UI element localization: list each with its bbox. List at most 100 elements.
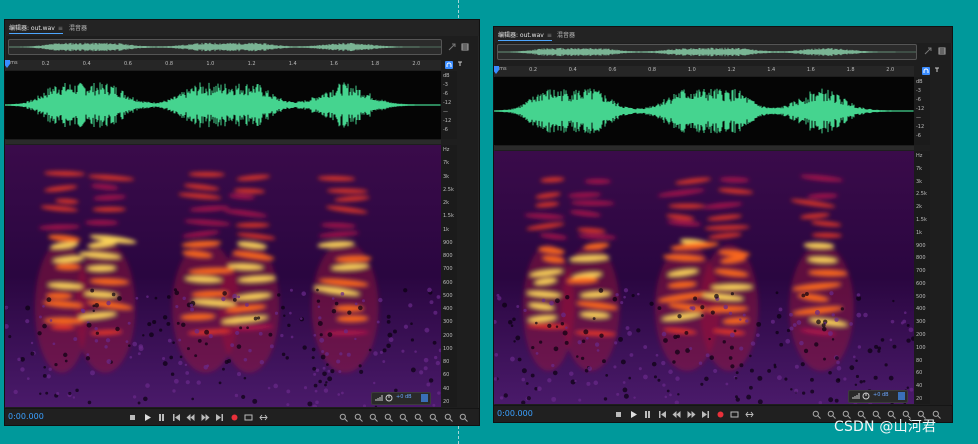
- zoom-navigator-icon[interactable]: [924, 47, 932, 55]
- play-icon[interactable]: [143, 413, 152, 422]
- tab-mixer[interactable]: 混音器: [557, 30, 575, 39]
- db-scale-label: -6: [443, 91, 448, 97]
- overview-navigator[interactable]: [497, 44, 917, 60]
- ruler-tick-label: 0.2: [41, 61, 50, 67]
- db-scale-label: -3: [916, 88, 921, 94]
- view-splitter[interactable]: [5, 140, 441, 144]
- go-to-end-icon[interactable]: [215, 413, 224, 422]
- time-ruler[interactable]: hms 0.2 0.4 0.6 0.8 1.0 1.2 1.4 1.6 1.8 2.0: [5, 60, 441, 70]
- tab-editor[interactable]: 编辑器: out.wav ≡: [9, 23, 63, 34]
- ruler-tick-label: 1.6: [806, 67, 815, 73]
- ruler-tick-label: 1.8: [371, 61, 380, 67]
- record-icon[interactable]: [230, 413, 239, 422]
- rewind-icon[interactable]: [672, 410, 681, 419]
- skip-selection-icon[interactable]: [744, 410, 754, 419]
- zoom-in-at-start-icon[interactable]: [414, 413, 423, 422]
- frequency-scale-label: Hz: [916, 153, 923, 159]
- pause-icon[interactable]: [157, 413, 166, 422]
- zoom-out-amplitude-icon[interactable]: [354, 413, 363, 422]
- stop-icon[interactable]: [128, 413, 137, 422]
- tab-menu-icon[interactable]: ≡: [547, 32, 552, 39]
- play-icon[interactable]: [629, 410, 638, 419]
- db-scale: dB -3 -6 -12 — -12 -6: [914, 77, 930, 145]
- pin-icon[interactable]: [933, 67, 941, 75]
- frequency-scale-label: 40: [443, 385, 450, 392]
- waveform-display[interactable]: [5, 71, 441, 139]
- zoom-navigator-icon[interactable]: [448, 43, 456, 51]
- pin-icon[interactable]: [456, 61, 464, 69]
- playhead-marker-icon[interactable]: [4, 60, 10, 68]
- stop-icon[interactable]: [614, 410, 623, 419]
- frequency-scale-label: 20: [443, 399, 450, 405]
- zoom-out-full-icon[interactable]: [399, 413, 408, 422]
- frequency-scale-label: 2k: [916, 204, 923, 211]
- spectral-display[interactable]: +0 dB: [5, 145, 441, 407]
- ruler-tick-label: 1.0: [687, 67, 696, 73]
- frequency-scale-label: 80: [916, 357, 923, 364]
- playhead-marker-icon[interactable]: [493, 66, 499, 74]
- frequency-scale-label: 300: [916, 319, 926, 326]
- zoom-out-time-icon[interactable]: [384, 413, 393, 422]
- hud-gain-control[interactable]: +0 dB: [848, 390, 908, 403]
- frequency-scale-label: 900: [443, 239, 453, 246]
- loop-icon[interactable]: [730, 410, 739, 419]
- db-scale-label: dB: [916, 79, 923, 85]
- pin-hud-icon[interactable]: [898, 392, 905, 400]
- overview-navigator[interactable]: [8, 39, 442, 55]
- volume-knob-icon[interactable]: [385, 394, 393, 402]
- frequency-scale-label: 2k: [443, 200, 450, 207]
- zoom-in-at-end-icon[interactable]: [429, 413, 438, 422]
- view-splitter[interactable]: [494, 146, 914, 150]
- zoom-in-amplitude-icon[interactable]: [812, 410, 821, 419]
- zoom-reset-icon[interactable]: [459, 413, 468, 422]
- go-to-start-icon[interactable]: [172, 413, 181, 422]
- time-ruler[interactable]: hms 0.2 0.4 0.6 0.8 1.0 1.2 1.4 1.6 1.8 2.0: [494, 66, 914, 76]
- pause-icon[interactable]: [643, 410, 652, 419]
- meter-icon: [375, 395, 383, 401]
- frequency-scale-label: 2.5k: [443, 186, 454, 193]
- frequency-scale-label: 40: [916, 383, 923, 390]
- spectral-display[interactable]: +0 dB: [494, 151, 914, 404]
- db-scale-label: -12: [916, 106, 925, 112]
- frequency-scale-label: 600: [443, 279, 453, 286]
- skip-selection-icon[interactable]: [258, 413, 268, 422]
- ruler-tick-label: 0.2: [529, 67, 538, 73]
- list-icon[interactable]: [461, 43, 469, 51]
- frequency-scale-label: 7k: [916, 165, 923, 172]
- record-icon[interactable]: [716, 410, 725, 419]
- zoom-selection-icon[interactable]: [444, 413, 453, 422]
- hud-gain-control[interactable]: +0 dB: [371, 392, 431, 405]
- fast-forward-icon[interactable]: [201, 413, 210, 422]
- frequency-scale-label: 20: [916, 396, 923, 402]
- frequency-scale-label: 600: [916, 280, 926, 287]
- ruler-tick-label: 0.6: [123, 61, 132, 67]
- tab-editor[interactable]: 编辑器: out.wav ≡: [498, 30, 552, 41]
- volume-knob-icon[interactable]: [862, 392, 870, 400]
- frequency-scale-label: 500: [443, 292, 453, 299]
- list-icon[interactable]: [938, 47, 946, 55]
- zoom-in-amplitude-icon[interactable]: [339, 413, 348, 422]
- gain-readout: +0 dB: [873, 392, 889, 398]
- tab-menu-icon[interactable]: ≡: [58, 25, 63, 32]
- pin-hud-icon[interactable]: [421, 394, 428, 402]
- waveform-display[interactable]: [494, 77, 914, 145]
- zoom-in-time-icon[interactable]: [369, 413, 378, 422]
- db-scale-label: -12: [443, 100, 452, 106]
- go-to-end-icon[interactable]: [701, 410, 710, 419]
- db-scale-label: -12: [916, 124, 925, 130]
- headphones-icon[interactable]: [445, 61, 453, 69]
- frequency-scale: Hz 7k 3k 2.5k 2k 1.5k 1k 900 800 700 600 500 400 300 2…: [914, 151, 930, 404]
- ruler-tick-label: 1.0: [206, 61, 215, 67]
- ruler-tick-label: 1.6: [329, 61, 338, 67]
- go-to-start-icon[interactable]: [658, 410, 667, 419]
- fast-forward-icon[interactable]: [687, 410, 696, 419]
- tab-mixer[interactable]: 混音器: [69, 23, 87, 32]
- watermark: CSDN @山河君: [834, 419, 937, 435]
- headphones-icon[interactable]: [922, 67, 930, 75]
- loop-icon[interactable]: [244, 413, 253, 422]
- ruler-tick-label: 2.0: [886, 67, 895, 73]
- rewind-icon[interactable]: [186, 413, 195, 422]
- waveform-trace: [5, 82, 441, 128]
- frequency-scale-label: 200: [916, 332, 926, 339]
- frequency-scale-label: 7k: [443, 160, 450, 167]
